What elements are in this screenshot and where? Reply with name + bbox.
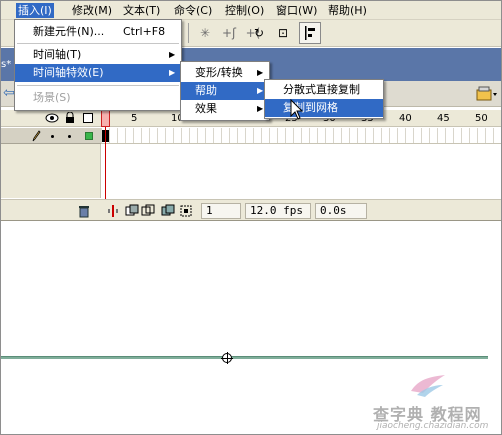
timeline-status-bar: 1 12.0 fps 0.0s: [1, 199, 501, 221]
pencil-icon: [32, 130, 41, 142]
menu-item-copy-to-grid[interactable]: 复制到网格: [265, 99, 383, 117]
align-button[interactable]: [299, 22, 321, 44]
lock-layers-icon[interactable]: [65, 112, 75, 124]
menu-text[interactable]: 文本(T): [121, 3, 162, 18]
modify-onion-markers-icon[interactable]: [179, 204, 193, 218]
assistants-submenu: 分散式直接复制 复制到网格: [264, 79, 384, 119]
elapsed-time-field: 0.0s: [315, 203, 367, 219]
center-frame-icon[interactable]: [106, 204, 120, 218]
rotate-icon[interactable]: ↻: [249, 24, 269, 42]
watermark: 查字典 教程网 jiaocheng.chazidian.com: [373, 373, 501, 433]
menu-help[interactable]: 帮助(H): [326, 3, 369, 18]
frame-number: 40: [399, 113, 412, 124]
layer-list-empty: [1, 144, 101, 198]
menu-insert[interactable]: 插入(I): [16, 3, 54, 18]
menu-bar: 插入(I) 修改(M) 文本(T) 命令(C) 控制(O) 窗口(W) 帮助(H…: [1, 1, 501, 20]
frame-number: 5: [131, 113, 138, 124]
frame-number: 50: [475, 113, 488, 124]
mouse-pointer-icon: [290, 99, 304, 120]
menu-item-timeline[interactable]: 时间轴(T) ▶: [15, 46, 181, 64]
menu-item-new-symbol[interactable]: 新建元件(N)... Ctrl+F8: [15, 23, 181, 41]
menu-item-transform[interactable]: 变形/转换 ▶: [181, 64, 269, 82]
frame-rate-field: 12.0 fps: [245, 203, 311, 219]
smooth-icon[interactable]: +ʃ: [219, 24, 239, 42]
menu-commands[interactable]: 命令(C): [172, 3, 214, 18]
playhead[interactable]: [101, 110, 110, 127]
menu-window[interactable]: 窗口(W): [274, 3, 319, 18]
frame-number: 45: [437, 113, 450, 124]
onion-skin-icon[interactable]: [125, 204, 139, 218]
scale-icon[interactable]: ⊡: [273, 24, 293, 42]
registration-point-icon: [221, 352, 233, 364]
menu-item-distributed-duplicate[interactable]: 分散式直接复制: [265, 81, 383, 99]
watermark-url: jiaocheng.chazidian.com: [377, 421, 489, 431]
document-tab-fragment[interactable]: s*: [1, 58, 11, 72]
align-icon: [305, 26, 315, 40]
menu-separator: [17, 43, 179, 44]
menu-separator: [17, 85, 179, 86]
menu-control[interactable]: 控制(O): [223, 3, 266, 18]
menu-item-scene: 场景(S): [33, 91, 71, 104]
delete-layer-icon[interactable]: [77, 204, 91, 218]
insert-menu: 新建元件(N)... Ctrl+F8 时间轴(T) ▶ 时间轴特效(E) ▶ 场…: [14, 19, 182, 111]
submenu-arrow-icon: ▶: [257, 68, 264, 77]
submenu-arrow-icon: ▶: [169, 50, 176, 59]
show-hide-layers-icon[interactable]: [45, 112, 59, 124]
timeline-effects-submenu: 变形/转换 ▶ 帮助 ▶ 效果 ▶: [180, 61, 270, 121]
edit-multiple-frames-icon[interactable]: [161, 204, 175, 218]
stage-line-shape[interactable]: [1, 356, 488, 359]
outline-layers-icon[interactable]: [83, 113, 93, 123]
frames-empty-area: [101, 144, 501, 198]
playhead-line: [105, 127, 106, 199]
snap-icon[interactable]: ✳: [195, 24, 215, 42]
frames-row[interactable]: [101, 128, 501, 144]
layer-outline-color[interactable]: [85, 132, 93, 140]
submenu-arrow-icon: ▶: [257, 86, 264, 95]
flash-window: 插入(I) 修改(M) 文本(T) 命令(C) 控制(O) 窗口(W) 帮助(H…: [0, 0, 502, 435]
submenu-arrow-icon: ▶: [257, 104, 264, 113]
menu-modify[interactable]: 修改(M): [70, 3, 114, 18]
lock-dot[interactable]: [68, 135, 71, 138]
onion-skin-outlines-icon[interactable]: [141, 204, 155, 218]
watermark-bird-logo: [411, 375, 445, 397]
menu-item-timeline-effects[interactable]: 时间轴特效(E) ▶: [15, 64, 181, 82]
menu-item-effects[interactable]: 效果 ▶: [181, 100, 269, 118]
edit-symbols-icon[interactable]: [475, 85, 499, 103]
toolbar-separator: [188, 23, 189, 43]
current-frame-field: 1: [201, 203, 241, 219]
visibility-dot[interactable]: [51, 135, 54, 138]
submenu-arrow-icon: ▶: [169, 68, 176, 77]
menu-item-assistants[interactable]: 帮助 ▶: [181, 82, 269, 100]
